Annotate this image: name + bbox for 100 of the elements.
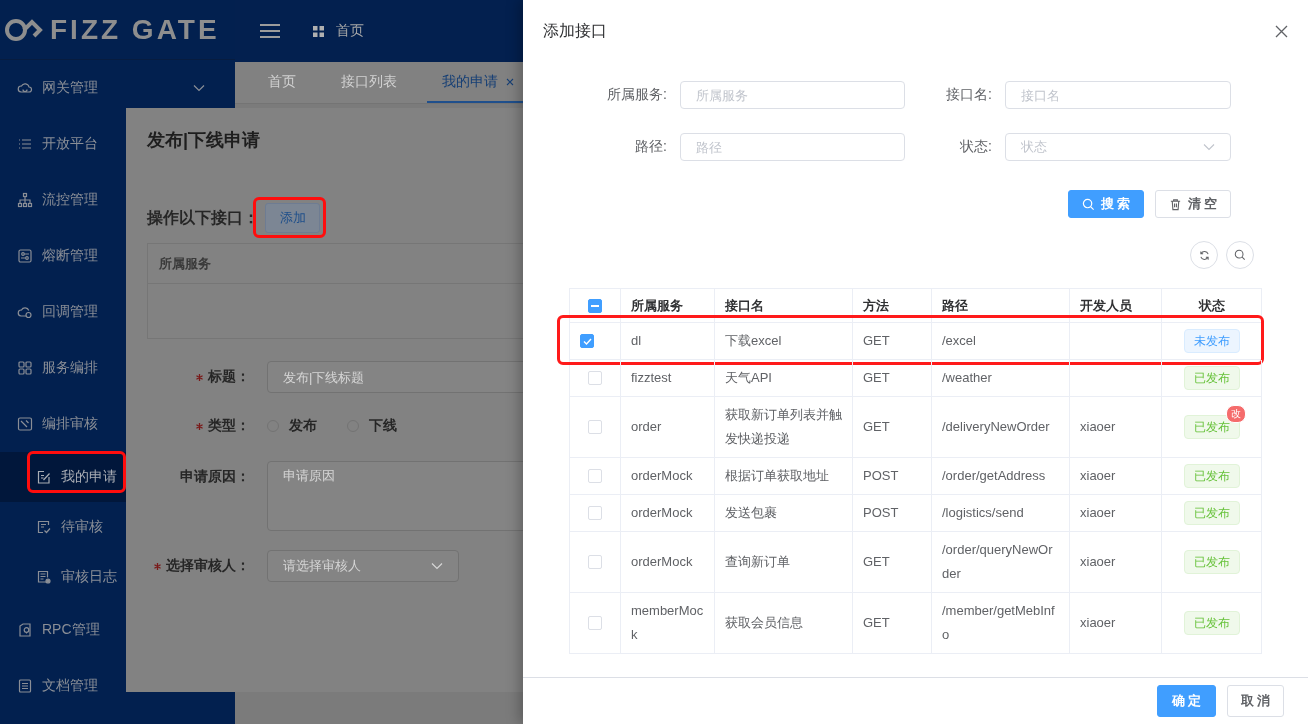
table-cell: xiaoer xyxy=(1070,532,1162,593)
cloud-icon xyxy=(17,304,33,320)
list-icon xyxy=(17,136,33,152)
log-icon xyxy=(36,569,52,585)
table-cell: 下载excel xyxy=(715,323,853,360)
input-field[interactable]: 发布|下线标题 xyxy=(267,361,523,393)
table-cell: /excel xyxy=(932,323,1070,360)
wrench-screen-icon xyxy=(17,416,33,432)
clear-button[interactable]: 清 空 xyxy=(1155,190,1231,218)
table-cell: 根据订单获取地址 xyxy=(715,458,853,495)
table-cell: dl xyxy=(621,323,715,360)
tab[interactable]: 首页 xyxy=(253,63,309,103)
field-label: 接口名: xyxy=(946,86,993,104)
tab[interactable]: 接口列表 xyxy=(326,63,410,103)
table-cell: GET xyxy=(853,397,932,458)
status-tag: 已发布 xyxy=(1183,550,1240,574)
cancel-button[interactable]: 取 消 xyxy=(1227,685,1284,717)
table-cell: /weather xyxy=(932,360,1070,397)
table-cell: order xyxy=(621,397,715,458)
radio-label: 下线 xyxy=(369,417,397,435)
cloud-icon xyxy=(17,80,33,96)
table-cell: GET xyxy=(853,360,932,397)
panel-icon xyxy=(17,248,33,264)
column-header: 所属服务 xyxy=(621,289,715,323)
table-cell: 天气API xyxy=(715,360,853,397)
chevron-down-icon xyxy=(1203,143,1215,151)
table-cell: xiaoer xyxy=(1070,458,1162,495)
field-label: 标题： xyxy=(208,368,250,386)
column-header: 所属服务 xyxy=(159,254,211,273)
status-tag: 已发布 xyxy=(1183,611,1240,635)
minus-icon xyxy=(591,305,599,307)
table-cell: xiaoer xyxy=(1070,397,1162,458)
field-label: 状态: xyxy=(960,138,993,156)
table-cell: GET xyxy=(853,532,932,593)
column-header: 开发人员 xyxy=(1070,289,1162,323)
table-cell: POST xyxy=(853,495,932,532)
table-cell: 获取新订单列表并触发快递投递 xyxy=(715,397,853,458)
search-icon xyxy=(1234,249,1246,261)
field-label: 类型： xyxy=(208,417,250,435)
breadcrumb[interactable]: 首页 xyxy=(336,22,364,40)
menu-icon[interactable] xyxy=(260,23,280,39)
table-cell: orderMock xyxy=(621,532,715,593)
select-field[interactable]: 请选择审核人 xyxy=(267,550,459,582)
table-cell: GET xyxy=(853,323,932,360)
column-header: 接口名 xyxy=(715,289,853,323)
search-icon xyxy=(1081,197,1095,211)
search-button[interactable]: 搜 索 xyxy=(1068,190,1144,218)
sidebar-item[interactable]: 回调管理 xyxy=(0,284,235,340)
trash-icon xyxy=(1168,197,1182,211)
grid-icon xyxy=(17,360,33,376)
close-icon[interactable] xyxy=(506,78,514,86)
confirm-button[interactable]: 确 定 xyxy=(1157,685,1216,717)
table-cell: POST xyxy=(853,458,932,495)
column-header: 方法 xyxy=(853,289,932,323)
status-tag: 已发布 xyxy=(1183,366,1240,390)
checkbox[interactable] xyxy=(588,299,602,313)
section-label: 操作以下接口： xyxy=(147,207,259,228)
table-cell: xiaoer xyxy=(1070,495,1162,532)
column-header: 状态 xyxy=(1162,289,1262,323)
column-header: 路径 xyxy=(932,289,1070,323)
table-cell: 查询新订单 xyxy=(715,532,853,593)
table-cell: /member/getMebInfo xyxy=(932,593,1070,654)
sidebar-item[interactable]: 待审核 xyxy=(0,502,235,552)
table-cell: xiaoer xyxy=(1070,593,1162,654)
table-cell: memberMock xyxy=(621,593,715,654)
grid-icon xyxy=(313,25,324,37)
status-tag: 已发布 xyxy=(1183,464,1240,488)
drawer-title: 添加接口 xyxy=(543,20,607,41)
logo-text: FIZZ GATE xyxy=(50,13,220,46)
edit-icon xyxy=(36,469,52,485)
table-cell: 发送包裹 xyxy=(715,495,853,532)
table-cell: orderMock xyxy=(621,458,715,495)
logo-icon xyxy=(4,16,44,43)
document-icon xyxy=(17,678,33,694)
table-cell: orderMock xyxy=(621,495,715,532)
field-label: 所属服务: xyxy=(607,86,668,104)
table-cell: /deliveryNewOrder xyxy=(932,397,1070,458)
refresh-icon xyxy=(1198,249,1210,261)
status-tag: 已发布 xyxy=(1183,501,1240,525)
hierarchy-icon xyxy=(17,192,33,208)
close-icon[interactable] xyxy=(1275,24,1288,38)
chevron-down-icon xyxy=(431,562,443,570)
field-label: 选择审核人： xyxy=(166,557,250,575)
table-cell: fizztest xyxy=(621,360,715,397)
table-cell: 获取会员信息 xyxy=(715,593,853,654)
radio-option[interactable]: 发布 xyxy=(267,417,317,435)
field-label: 路径: xyxy=(635,138,668,156)
dialog-title: 发布|下线申请 xyxy=(147,129,262,152)
text-area[interactable]: 申请原因 xyxy=(267,461,523,531)
sidebar-item[interactable]: RPC管理 xyxy=(0,602,235,658)
sidebar-item[interactable]: 文档管理 xyxy=(0,658,235,714)
sidebar-item[interactable]: 网关管理 xyxy=(0,60,235,116)
checkbox[interactable] xyxy=(580,334,594,348)
checkmark-icon xyxy=(582,337,592,345)
radio-option[interactable]: 下线 xyxy=(347,417,397,435)
table-cell: /order/getAddress xyxy=(932,458,1070,495)
table-cell: /order/queryNewOrder xyxy=(932,532,1070,593)
table-cell: /logistics/send xyxy=(932,495,1070,532)
document-bulb-icon xyxy=(17,622,33,638)
table-cell: GET xyxy=(853,593,932,654)
